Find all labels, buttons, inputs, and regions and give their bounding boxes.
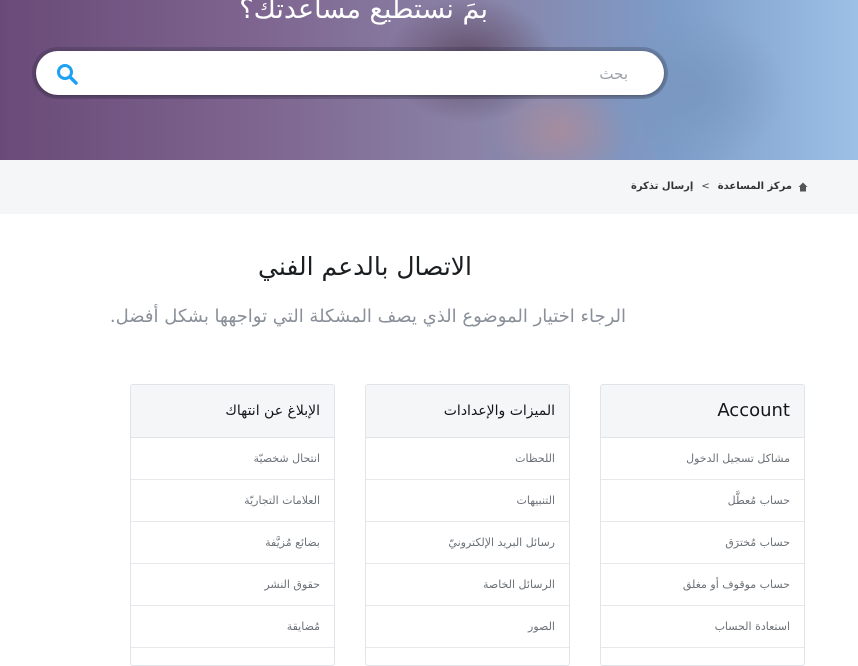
topic-card-report: الإبلاغ عن انتهاك انتحال شخصيّة العلامات… [130,384,335,666]
topic-card-features: الميزات والإعدادات اللحظات التنبيهات رسا… [365,384,570,666]
topic-link[interactable]: مُضايقة [131,606,334,648]
topic-link[interactable]: مشاكل تسجيل الدخول [601,438,804,480]
topic-link[interactable]: الصور [366,606,569,648]
home-icon[interactable] [798,182,808,192]
breadcrumb-bar: مركز المساعدة > إرسال تذكرة [0,160,858,214]
breadcrumb-separator: > [701,181,710,192]
search-icon[interactable] [56,63,78,85]
search-input[interactable] [96,51,630,97]
breadcrumb-home-link[interactable]: مركز المساعدة [718,181,792,192]
hero-title: بمَ نستطيع مساعدتك؟ [239,0,488,25]
card-title: الميزات والإعدادات [366,385,569,438]
topic-link[interactable]: انتحال شخصيّة [131,438,334,480]
topic-link[interactable]: استعادة الحساب [601,606,804,648]
topic-link[interactable]: رسائل البريد الإلكترونيّ [366,522,569,564]
topic-link[interactable]: بضائع مُزيَّفة [131,522,334,564]
page-subtitle: الرجاء اختيار الموضوع الذي يصف المشكلة ا… [109,306,626,327]
breadcrumb: مركز المساعدة > إرسال تذكرة [631,181,808,192]
topic-link[interactable]: اللحظات [366,438,569,480]
hero-banner: بمَ نستطيع مساعدتك؟ [0,0,858,160]
topic-link[interactable]: الرسائل الخاصة [366,564,569,606]
topic-link[interactable]: حقوق النشر [131,564,334,606]
topic-link[interactable]: حساب مُعطَّل [601,480,804,522]
card-title: الإبلاغ عن انتهاك [131,385,334,438]
topic-link[interactable]: التنبيهات [366,480,569,522]
card-title: Account [601,385,804,438]
breadcrumb-current[interactable]: إرسال تذكرة [631,181,693,192]
topic-link[interactable]: العلامات التجاريّة [131,480,334,522]
search-bar[interactable] [36,51,664,97]
page-title: الاتصال بالدعم الفني [258,252,472,281]
topic-link[interactable]: حساب موقوف أو مغلق [601,564,804,606]
topic-link[interactable]: حساب مُخترَق [601,522,804,564]
topic-card-account: Account مشاكل تسجيل الدخول حساب مُعطَّل … [600,384,805,666]
